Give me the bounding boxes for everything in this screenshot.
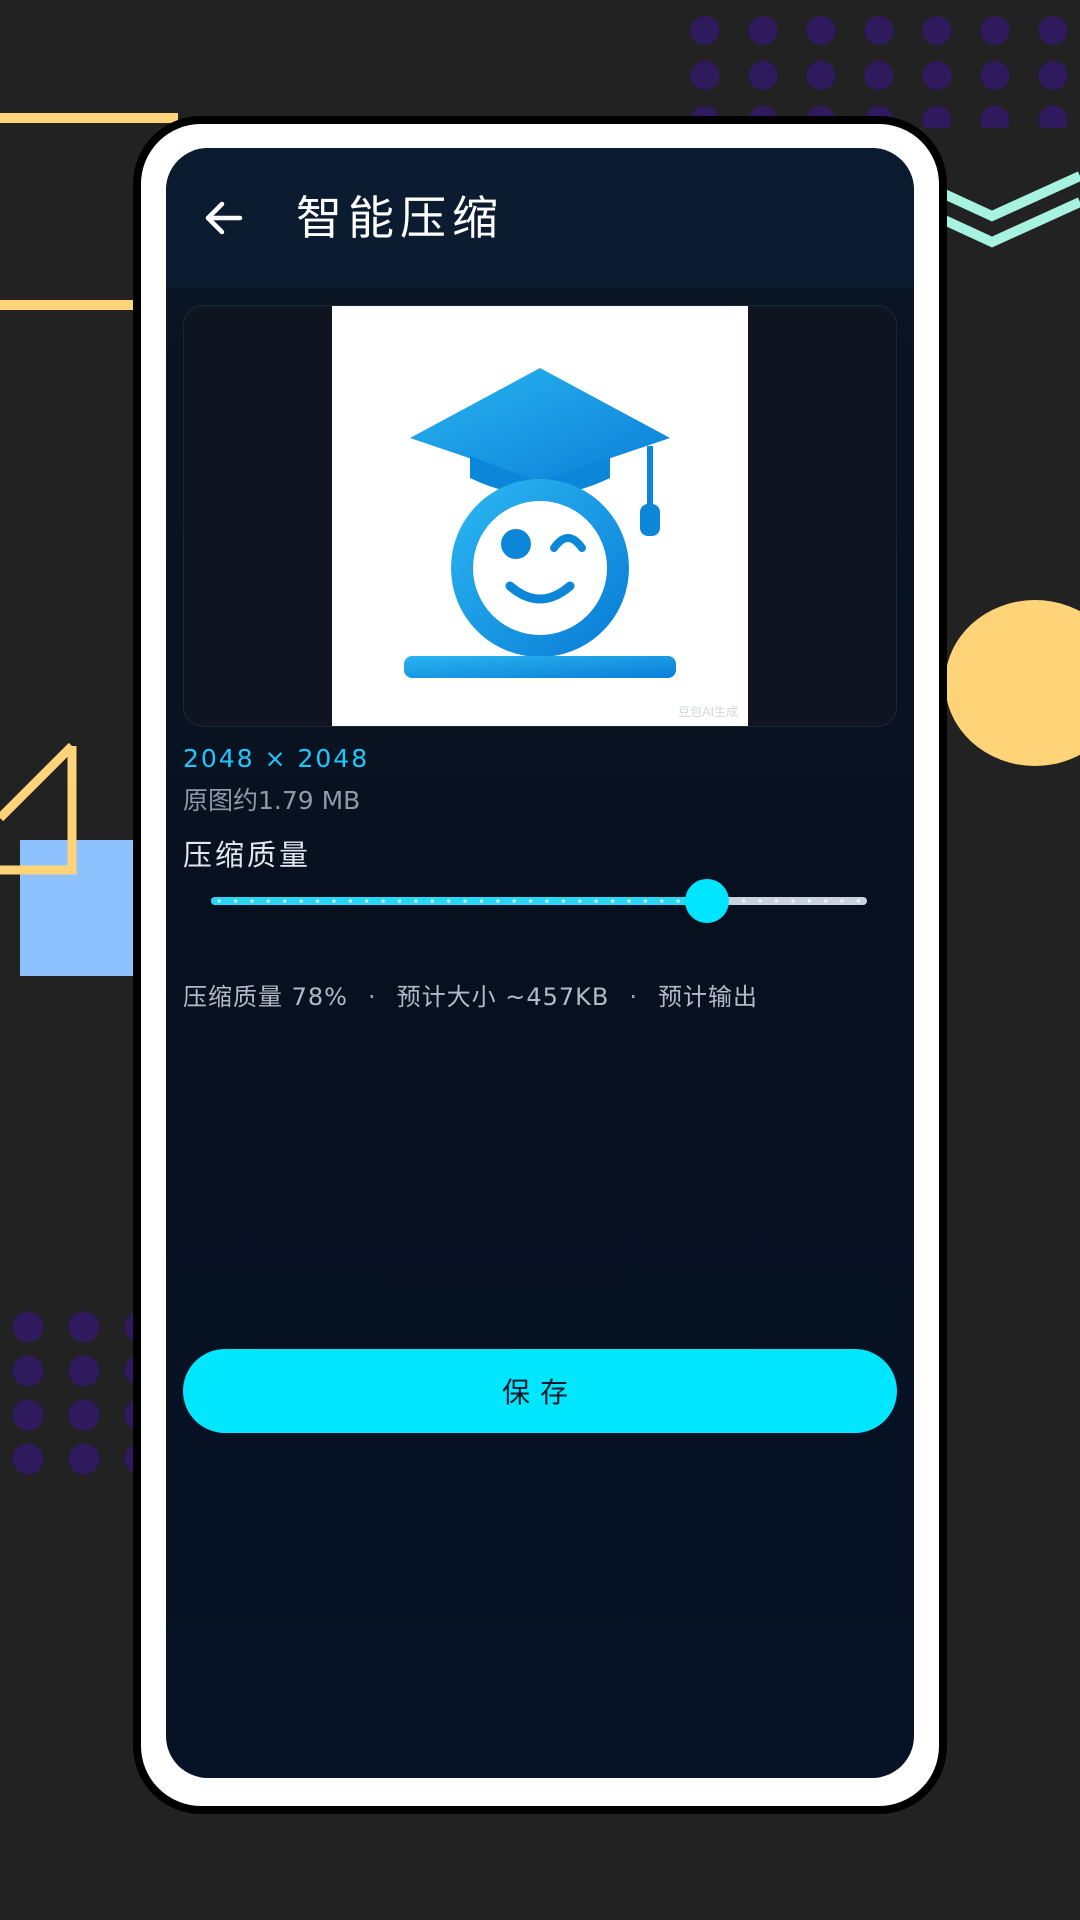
quality-slider[interactable]	[211, 879, 867, 923]
compression-summary: 压缩质量 78% · 预计大小 ~457KB · 预计输出	[183, 977, 758, 1012]
slider-thumb[interactable]	[684, 879, 729, 923]
background-stripe	[0, 300, 140, 310]
image-height: 2048	[297, 744, 370, 773]
slider-ticks	[211, 897, 867, 905]
background-stripe	[0, 113, 178, 123]
background-dot-pattern	[670, 8, 1080, 128]
background-circle	[945, 600, 1080, 766]
quality-label: 压缩质量	[183, 838, 312, 872]
preview-image: 豆包AI生成	[332, 306, 748, 726]
background-triangle	[0, 742, 77, 875]
dimension-times: ×	[264, 744, 288, 773]
background-chevron	[940, 171, 1080, 248]
separator: ·	[629, 983, 639, 1011]
image-dimensions: 2048 × 2048	[183, 744, 369, 773]
save-button[interactable]: 保存	[183, 1349, 897, 1433]
arrow-left-icon	[205, 201, 243, 235]
graduation-smiley-icon	[404, 368, 676, 678]
quality-percent-text: 压缩质量 78%	[183, 983, 348, 1011]
back-button[interactable]	[200, 196, 250, 240]
image-preview: 豆包AI生成	[183, 305, 897, 727]
app-screen: 智能压缩 豆包AI生成 2048 × 2048 原图约1.79 MB 压缩质量 …	[166, 148, 914, 1778]
original-size: 原图约1.79 MB	[183, 786, 361, 815]
watermark: 豆包AI生成	[678, 705, 738, 719]
estimated-size-text: 预计大小 ~457KB	[396, 983, 610, 1011]
background-dot-pattern	[0, 1305, 140, 1475]
image-width: 2048	[183, 744, 255, 773]
separator: ·	[367, 983, 377, 1011]
app-bar: 智能压缩	[166, 148, 914, 288]
estimated-output-text: 预计输出	[658, 983, 759, 1011]
page-title: 智能压缩	[296, 191, 504, 245]
